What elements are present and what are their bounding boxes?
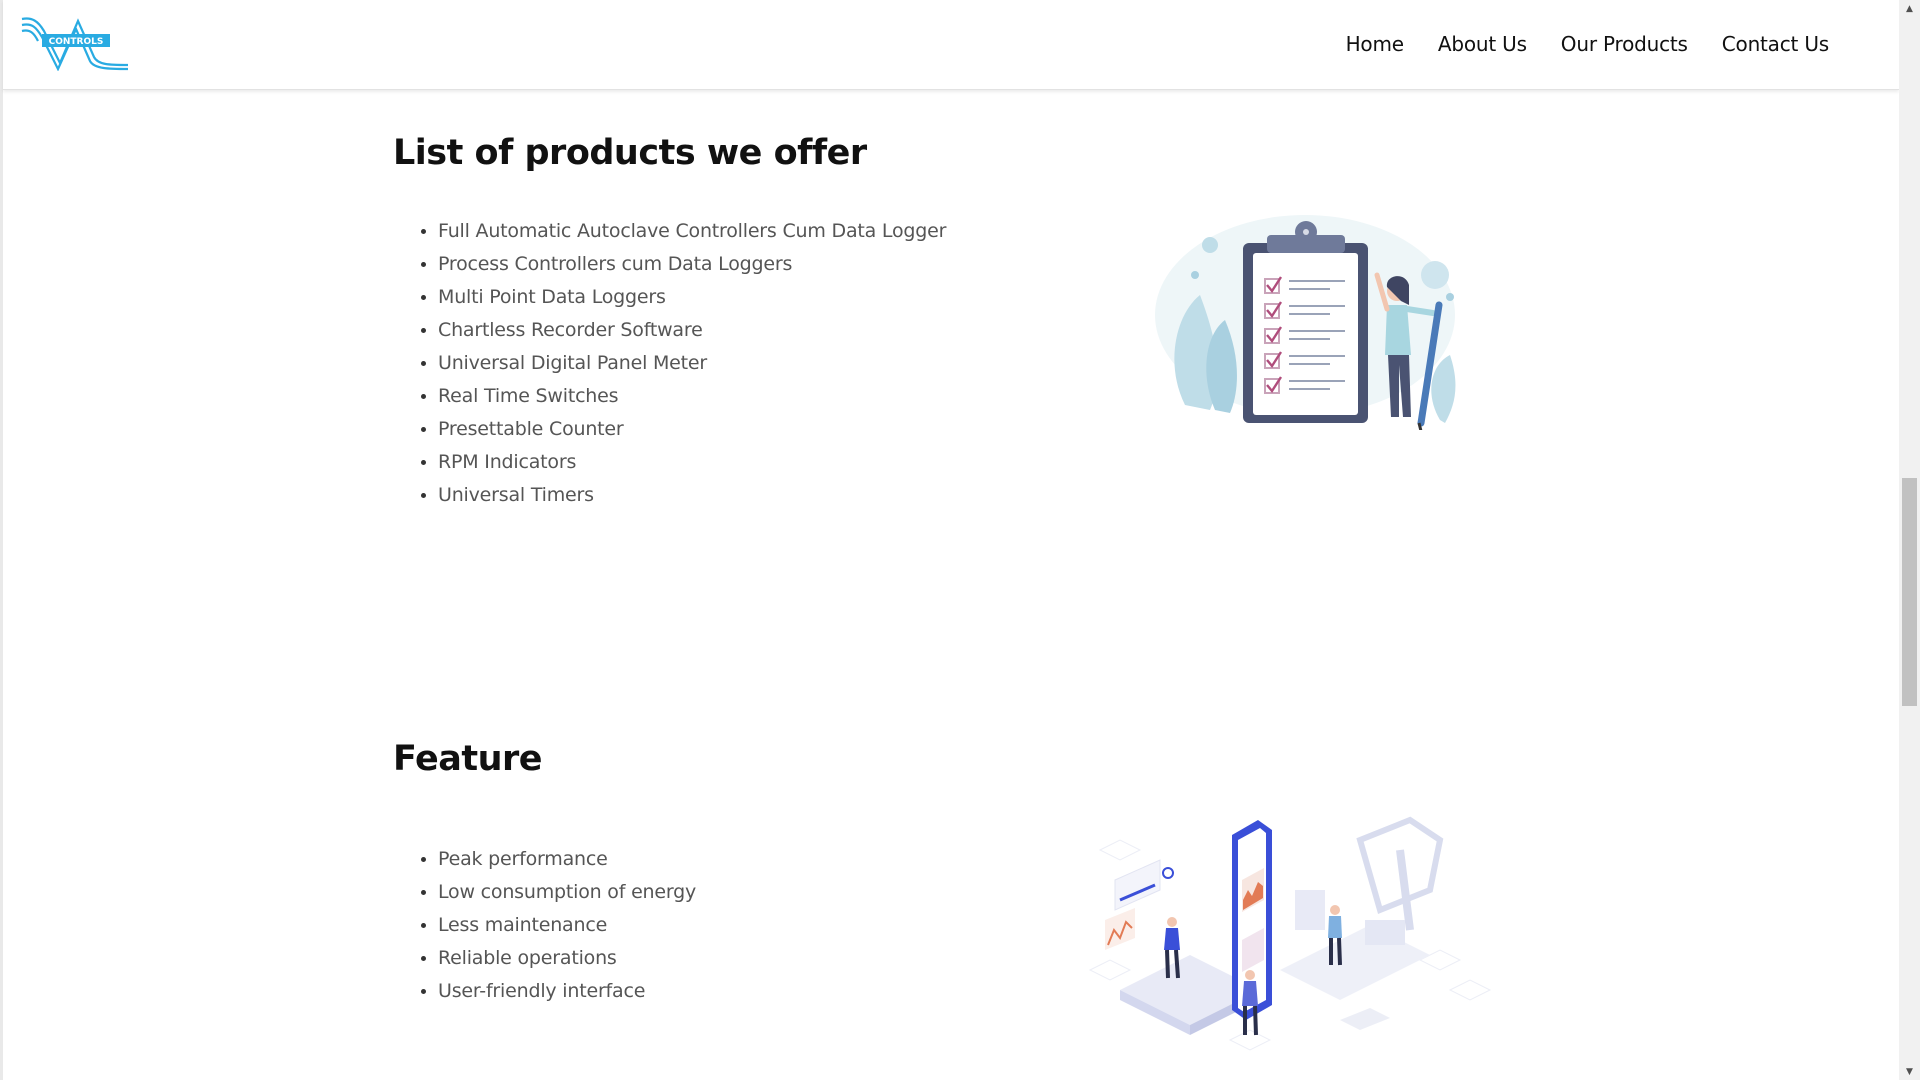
list-item: Real Time Switches [438, 380, 946, 413]
list-item: Universal Digital Panel Meter [438, 347, 946, 380]
feature-list: Peak performance Low consumption of ener… [392, 843, 696, 1008]
vertical-scrollbar[interactable]: ▲ ▼ [1899, 0, 1920, 1080]
page-left-edge [0, 0, 3, 1080]
list-item: Chartless Recorder Software [438, 314, 946, 347]
clipboard-checklist-illustration [1155, 215, 1456, 430]
products-title: List of products we offer [393, 133, 867, 173]
list-item: Low consumption of energy [438, 876, 696, 909]
nav-about-us[interactable]: About Us [1438, 32, 1527, 56]
list-item: Presettable Counter [438, 413, 946, 446]
scroll-thumb[interactable] [1902, 478, 1917, 706]
list-item: RPM Indicators [438, 446, 946, 479]
list-item: Peak performance [438, 843, 696, 876]
main-nav: Home About Us Our Products Contact Us [1346, 32, 1830, 56]
site-header: CONTROLS Home About Us Our Products Cont… [3, 0, 1899, 90]
feature-title: Feature [393, 739, 543, 779]
nav-contact-us[interactable]: Contact Us [1722, 32, 1829, 56]
nav-our-products[interactable]: Our Products [1561, 32, 1688, 56]
list-item: Universal Timers [438, 479, 946, 512]
scroll-down-icon[interactable]: ▼ [1899, 1063, 1920, 1080]
list-item: Process Controllers cum Data Loggers [438, 248, 946, 281]
scroll-up-icon[interactable]: ▲ [1899, 0, 1920, 17]
list-item: Full Automatic Autoclave Controllers Cum… [438, 215, 946, 248]
controls-logo[interactable]: CONTROLS [20, 13, 130, 71]
isometric-phone-dashboard-illustration [1088, 816, 1492, 1051]
list-item: Less maintenance [438, 909, 696, 942]
products-list: Full Automatic Autoclave Controllers Cum… [392, 215, 946, 512]
logo-text: CONTROLS [49, 37, 104, 47]
list-item: Reliable operations [438, 942, 696, 975]
nav-home[interactable]: Home [1346, 32, 1404, 56]
list-item: Multi Point Data Loggers [438, 281, 946, 314]
list-item: User-friendly interface [438, 975, 696, 1008]
